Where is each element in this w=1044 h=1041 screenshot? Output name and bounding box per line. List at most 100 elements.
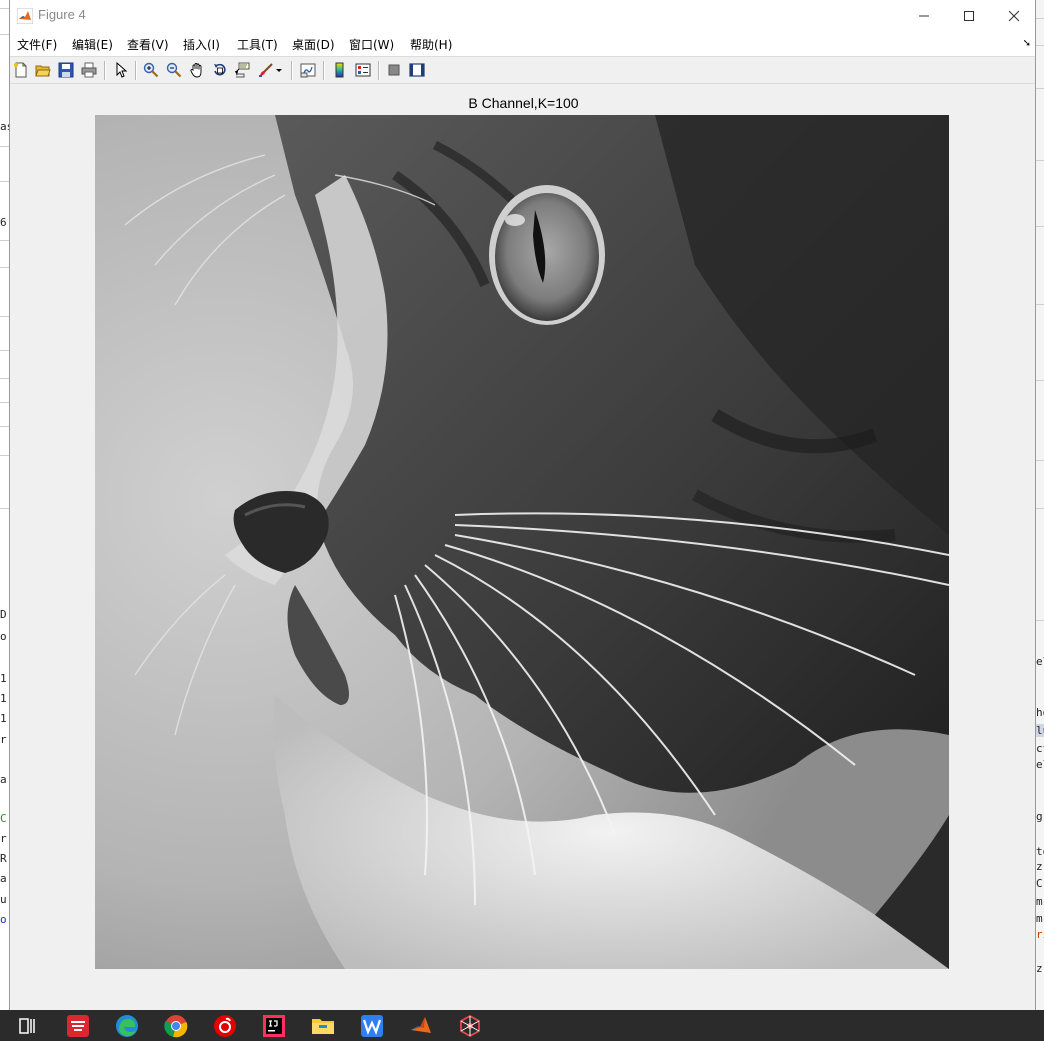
toolbar-separator: [135, 61, 137, 80]
toolbar-separator: [323, 61, 325, 80]
file-explorer-icon: [312, 1019, 334, 1034]
hide-plot-tools-button[interactable]: [384, 60, 404, 80]
background-text: m: [1036, 895, 1043, 908]
menu-insert[interactable]: 插入(I): [183, 36, 220, 53]
network-app[interactable]: [458, 1014, 482, 1038]
zoom-in-icon: [143, 62, 159, 78]
brush-dropdown-icon: [276, 69, 282, 72]
background-text: a: [0, 872, 7, 885]
title-bar[interactable]: Figure 4: [10, 0, 1035, 31]
menu-desktop[interactable]: 桌面(D): [292, 36, 335, 53]
colorbar-icon: [335, 62, 344, 78]
background-text: D: [0, 608, 7, 621]
menu-window[interactable]: 窗口(W): [349, 36, 394, 53]
print-icon: [81, 62, 97, 78]
figure-toolbar: [10, 56, 1035, 84]
background-text: 1: [0, 692, 7, 705]
select-button[interactable]: [111, 60, 131, 80]
edge-icon: [116, 1015, 138, 1037]
maximize-icon: [964, 10, 974, 21]
image-axes[interactable]: [95, 115, 949, 969]
save-button[interactable]: [56, 60, 76, 80]
data-cursor-button[interactable]: [232, 60, 252, 80]
background-text: r: [0, 832, 7, 845]
pan-button[interactable]: [187, 60, 207, 80]
background-text: to: [1036, 845, 1044, 858]
toolbar-separator: [378, 61, 380, 80]
background-text: a: [0, 773, 7, 786]
chrome-app[interactable]: [164, 1014, 188, 1038]
close-button[interactable]: [991, 0, 1037, 31]
minimize-icon: [919, 15, 929, 16]
wps-app[interactable]: [360, 1014, 384, 1038]
netease-music-app[interactable]: [213, 1014, 237, 1038]
brush-dropdown-button[interactable]: [274, 60, 284, 80]
select-arrow-icon: [116, 62, 128, 78]
intellij-app[interactable]: [262, 1014, 286, 1038]
netease-music-icon: [214, 1015, 236, 1037]
file-explorer-app[interactable]: [311, 1014, 335, 1038]
menu-help[interactable]: 帮助(H): [410, 36, 452, 53]
background-text: 1: [0, 672, 7, 685]
open-file-icon: [35, 65, 51, 77]
task-view-button[interactable]: [15, 1014, 39, 1038]
cat-image: [95, 115, 949, 969]
rotate-3d-icon: [214, 63, 226, 76]
dock-arrow-icon[interactable]: ➘: [1023, 38, 1031, 49]
axes-title: B Channel,K=100: [468, 95, 579, 111]
toolbar-separator: [104, 61, 106, 80]
link-plot-button[interactable]: [298, 60, 318, 80]
maximize-button[interactable]: [946, 0, 992, 31]
pan-hand-icon: [190, 63, 202, 78]
background-text: as: [0, 120, 9, 133]
background-text: u: [0, 893, 7, 906]
background-text: r: [0, 733, 7, 746]
menu-edit[interactable]: 编辑(E): [72, 36, 113, 53]
new-figure-icon: [14, 62, 27, 78]
brush-icon: [259, 63, 273, 77]
background-text: z: [1036, 962, 1043, 975]
legend-icon: [355, 63, 371, 77]
save-icon: [58, 62, 74, 78]
menu-file[interactable]: 文件(F): [17, 36, 57, 53]
background-text: o: [0, 913, 7, 926]
zoom-out-button[interactable]: [164, 60, 184, 80]
open-file-button[interactable]: [33, 60, 53, 80]
edge-app[interactable]: [115, 1014, 139, 1038]
close-icon: [1008, 10, 1020, 21]
hide-plot-tools-icon: [388, 64, 400, 76]
chrome-icon: [164, 1015, 188, 1038]
youdao-app[interactable]: [66, 1014, 90, 1038]
rotate-3d-button[interactable]: [210, 60, 230, 80]
intellij-icon: [263, 1015, 285, 1037]
print-button[interactable]: [79, 60, 99, 80]
network-app-icon: [460, 1014, 480, 1038]
background-text: o: [0, 630, 7, 643]
menu-bar: 文件(F) 编辑(E) 查看(V) 插入(I) 工具(T) 桌面(D) 窗口(W…: [10, 31, 1035, 56]
matlab-app[interactable]: [409, 1014, 433, 1038]
minimize-button[interactable]: [901, 0, 947, 31]
matlab-logo-icon: [17, 8, 33, 24]
data-cursor-icon: [235, 62, 250, 78]
link-plot-icon: [300, 63, 316, 78]
background-text: z: [1036, 860, 1043, 873]
menu-view[interactable]: 查看(V): [127, 36, 169, 53]
background-text: ho: [1036, 706, 1044, 719]
background-text: m: [1036, 912, 1043, 925]
brush-button[interactable]: [256, 60, 276, 80]
window-title: Figure 4: [38, 7, 86, 22]
colorbar-button[interactable]: [330, 60, 350, 80]
zoom-in-button[interactable]: [141, 60, 161, 80]
background-text: lu: [1036, 724, 1044, 737]
show-plot-tools-button[interactable]: [407, 60, 427, 80]
background-text: g: [1036, 810, 1043, 823]
menu-tools[interactable]: 工具(T): [237, 36, 278, 53]
wps-icon: [361, 1015, 383, 1037]
toolbar-separator: [291, 61, 293, 80]
background-text: rı: [1036, 928, 1044, 941]
task-view-icon: [19, 1018, 35, 1034]
new-figure-button[interactable]: [11, 60, 31, 80]
background-window-right: el ho lu ct el g to z C m m rı z: [1036, 0, 1044, 1010]
legend-button[interactable]: [353, 60, 373, 80]
background-text: 1: [0, 712, 7, 725]
